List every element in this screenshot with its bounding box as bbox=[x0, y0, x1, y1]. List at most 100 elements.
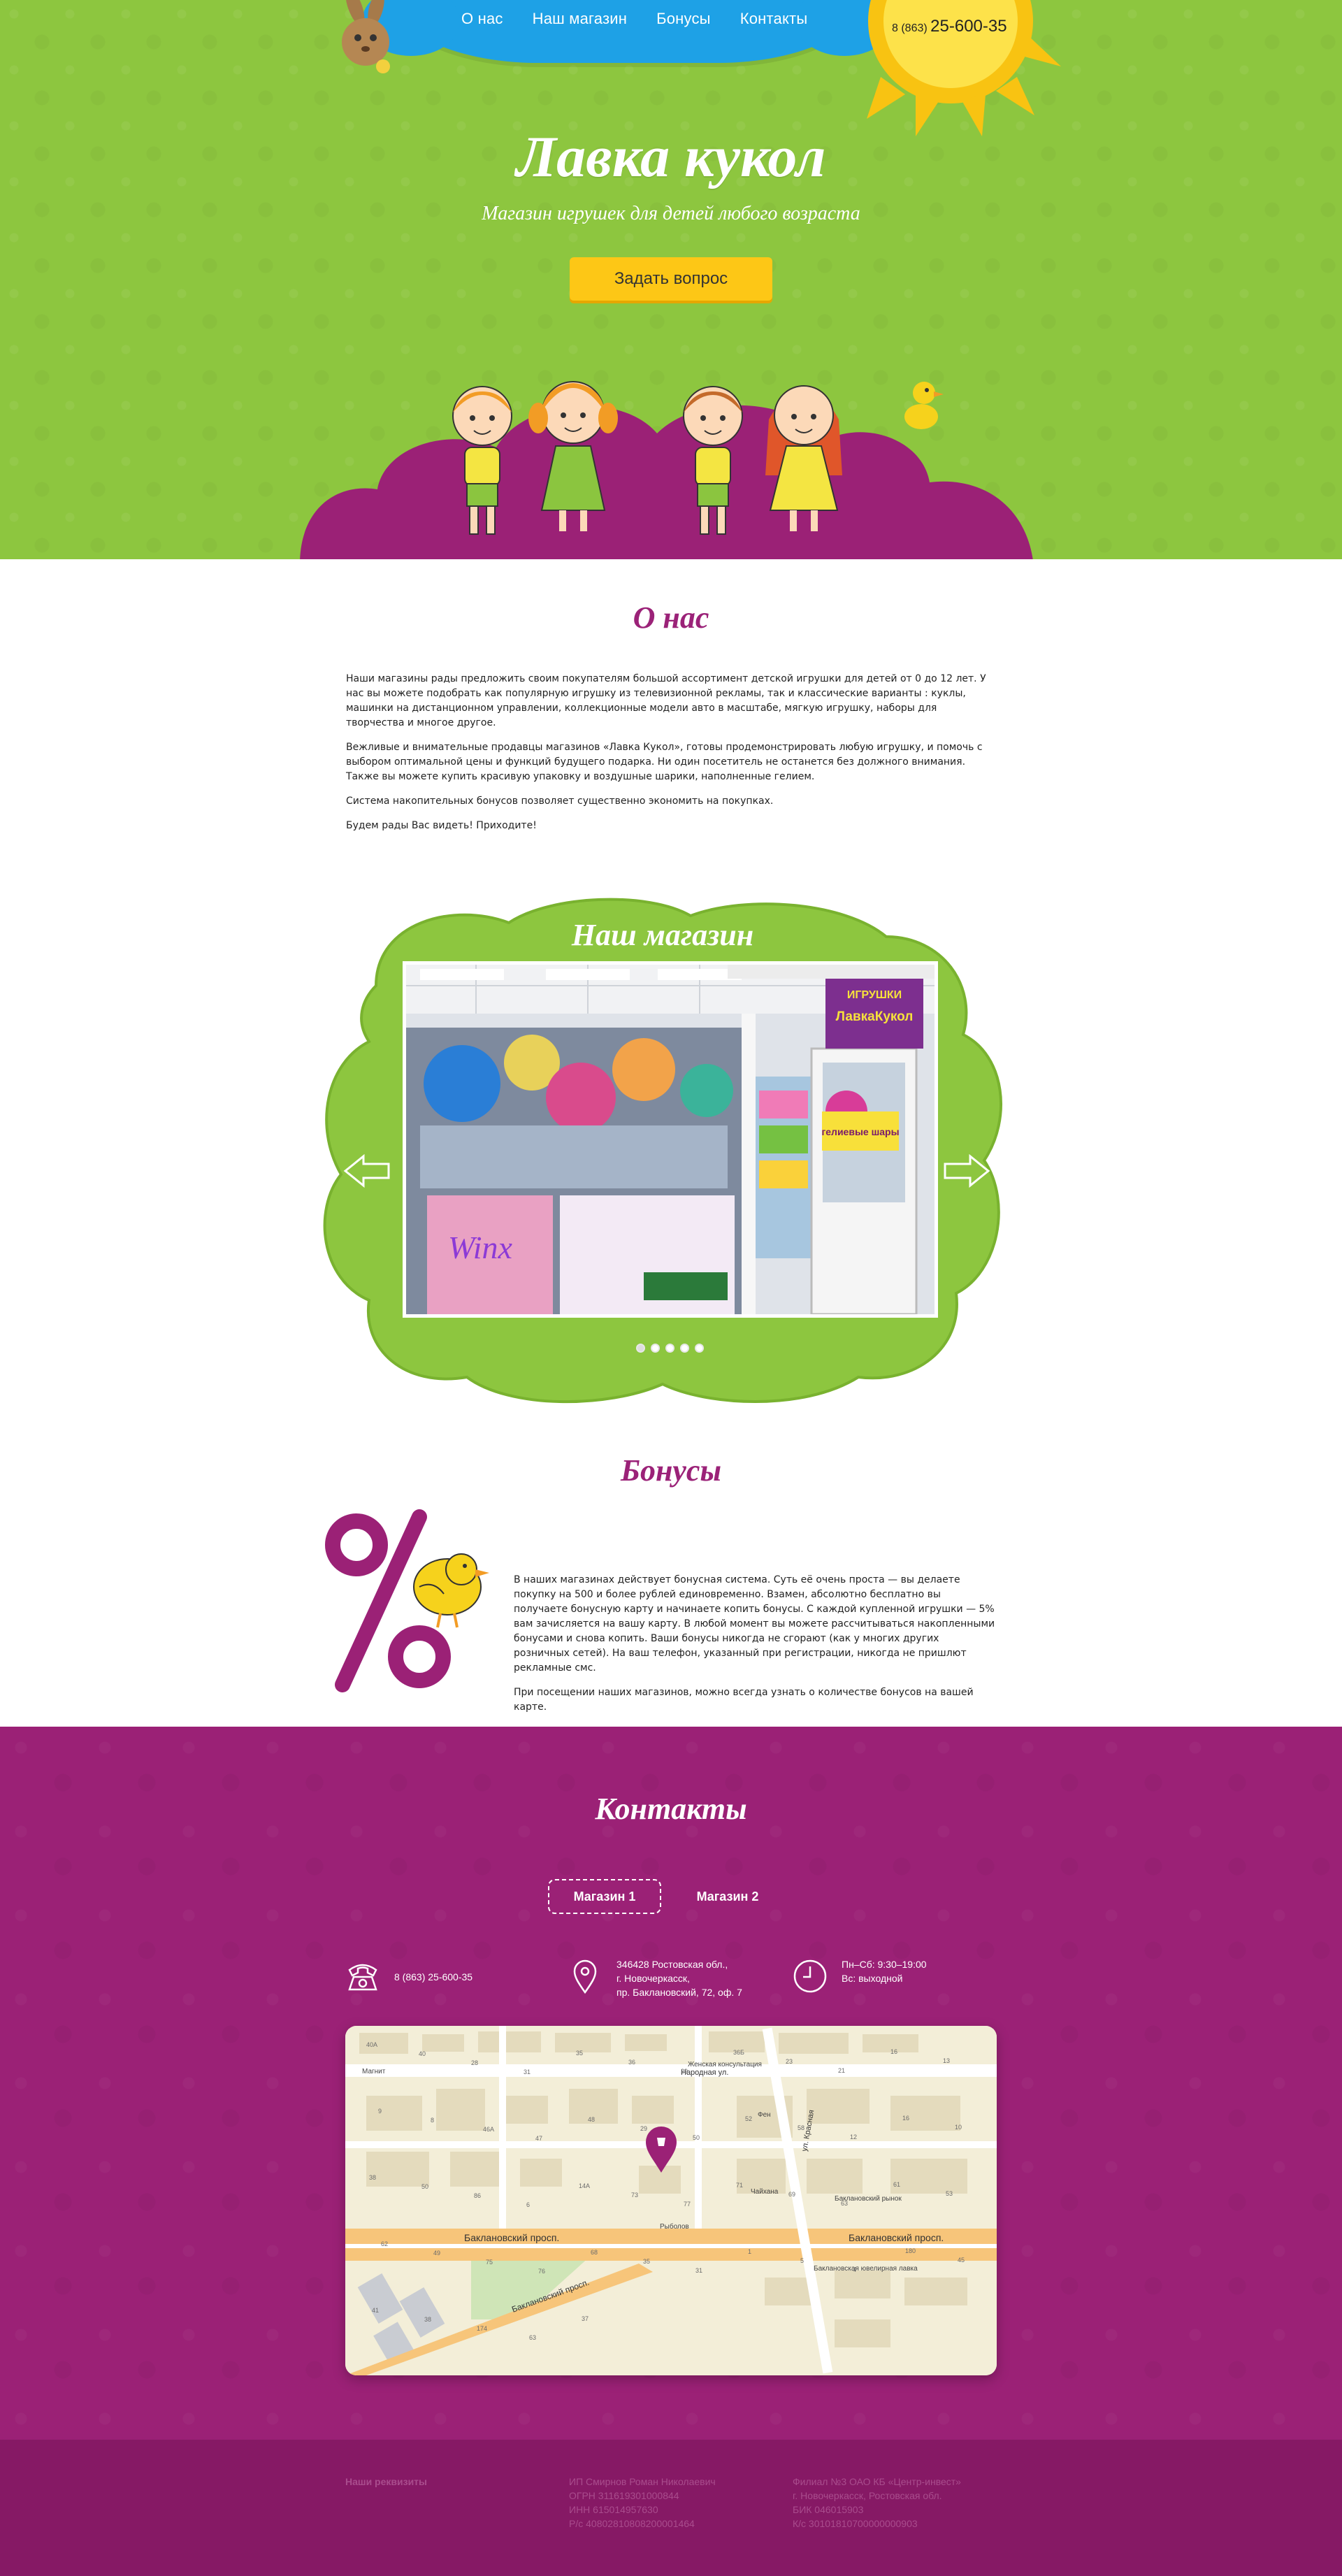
map-house-number: 73 bbox=[631, 2192, 638, 2199]
map-poi-label: Фен bbox=[758, 2111, 771, 2119]
bonus-section: Бонусы В наших магазинах действует бонус… bbox=[0, 1426, 1342, 1727]
shop-sign-brand: ЛавкаКукол bbox=[836, 1009, 914, 1024]
shop-sign-top: ИГРУШКИ bbox=[847, 989, 902, 1001]
phone-prefix: 8 (863) bbox=[892, 22, 928, 34]
duck-icon bbox=[904, 382, 944, 429]
footer-line: ИП Смирнов Роман Николаевич bbox=[569, 2476, 716, 2487]
map-house-number: 75 bbox=[486, 2259, 493, 2266]
chick-icon bbox=[413, 1553, 489, 1628]
footer-line: г. Новочеркасск, Ростовская обл. bbox=[793, 2490, 942, 2501]
map-house-number: 16 bbox=[902, 2115, 909, 2122]
address-line: г. Новочеркасск, bbox=[616, 1973, 690, 1984]
map-house-number: 77 bbox=[684, 2201, 691, 2208]
footer-col-company: ИП Смирнов Роман Николаевич ОГРН 3116193… bbox=[569, 2475, 716, 2531]
map-house-number: 40А bbox=[366, 2041, 377, 2048]
map-house-number: 45 bbox=[958, 2257, 965, 2264]
map-house-number: 180 bbox=[905, 2247, 916, 2254]
map-house-number: 23 bbox=[786, 2058, 793, 2065]
map-house-number: 71 bbox=[736, 2182, 743, 2189]
store-tabs: Магазин 1 Магазин 2 bbox=[548, 1879, 794, 1914]
shop-slider: Наш магазин Winx ИГРУШКИ ЛавкаКукол гели… bbox=[313, 895, 1012, 1412]
about-paragraph: Будем рады Вас видеть! Приходите! bbox=[346, 820, 537, 831]
tab-store-1[interactable]: Магазин 1 bbox=[548, 1879, 661, 1914]
map-poi-label: Женская консультация bbox=[688, 2061, 762, 2068]
map-house-number: 28 bbox=[471, 2059, 478, 2066]
footer-line: К/с 30101810700000000903 bbox=[793, 2518, 918, 2529]
nav-item-contacts[interactable]: Контакты bbox=[740, 10, 808, 28]
clock-icon bbox=[793, 1959, 827, 1993]
map-poi-label: Магнит bbox=[362, 2068, 386, 2075]
map-house-number: 29 bbox=[681, 2068, 688, 2075]
footer: Наши реквизиты ИП Смирнов Роман Николаев… bbox=[0, 2440, 1342, 2576]
contact-address: 346428 Ростовская обл., г. Новочеркасск,… bbox=[566, 1957, 742, 1999]
map[interactable]: Баклановский просп. Баклановский просп. … bbox=[345, 2026, 997, 2375]
map-house-number: 8 bbox=[431, 2117, 434, 2124]
map-street-label: Народная ул. bbox=[681, 2068, 728, 2077]
contacts-title: Контакты bbox=[595, 1792, 747, 1826]
address-line: 346428 Ростовская обл., bbox=[616, 1959, 728, 1970]
contact-phone-text[interactable]: 8 (863) 25-600-35 bbox=[394, 1957, 472, 1984]
map-house-number: 16 bbox=[890, 2048, 897, 2055]
location-pin-icon bbox=[573, 1959, 597, 1994]
ask-question-button[interactable]: Задать вопрос bbox=[570, 257, 772, 301]
nav-item-shop[interactable]: Наш магазин bbox=[533, 10, 628, 28]
phone-icon bbox=[348, 1964, 377, 1991]
hero-subtitle: Магазин игрушек для детей любого возраст… bbox=[482, 203, 860, 224]
nav-item-bonus[interactable]: Бонусы bbox=[656, 10, 711, 28]
map-house-number: 62 bbox=[381, 2240, 388, 2247]
about-title: О нас bbox=[633, 600, 709, 635]
slider-dots bbox=[636, 1344, 704, 1353]
map-house-number: 35 bbox=[576, 2050, 583, 2057]
about-section: О нас Наши магазины рады предложить свои… bbox=[0, 559, 1342, 1426]
map-canvas[interactable]: Баклановский просп. Баклановский просп. … bbox=[345, 2026, 997, 2375]
footer-line: ИНН 615014957630 bbox=[569, 2504, 658, 2515]
hero-section: О нас Наш магазин Бонусы Контакты 8 (863… bbox=[0, 0, 1342, 559]
map-house-number: 21 bbox=[838, 2067, 845, 2074]
header-phone[interactable]: 8 (863) 25-600-35 bbox=[892, 17, 1007, 36]
map-house-number: 1 bbox=[748, 2248, 751, 2255]
shop-title: Наш магазин bbox=[571, 918, 754, 952]
map-house-number: 49 bbox=[433, 2250, 440, 2257]
map-house-number: 12 bbox=[850, 2134, 857, 2140]
map-house-number: 58 bbox=[798, 2124, 805, 2131]
footer-line: ОГРН 311619301000844 bbox=[569, 2490, 679, 2501]
arrow-right-icon[interactable] bbox=[942, 1153, 991, 1188]
percent-icon bbox=[325, 1509, 489, 1692]
slider-dot[interactable] bbox=[665, 1344, 674, 1353]
hours-line: Вс: выходной bbox=[842, 1973, 903, 1984]
address-line: пр. Баклановский, 72, оф. 7 bbox=[616, 1987, 742, 1998]
bonus-text: В наших магазинах действует бонусная сис… bbox=[514, 1573, 996, 1725]
slider-dot[interactable] bbox=[680, 1344, 689, 1353]
slider-dot[interactable] bbox=[695, 1344, 704, 1353]
map-house-number: 50 bbox=[421, 2183, 428, 2190]
shop-balloon-sign: гелиевые шары bbox=[821, 1126, 899, 1137]
map-house-number: 6 bbox=[526, 2201, 530, 2208]
map-house-number: 38 bbox=[424, 2316, 431, 2323]
kids-illustration bbox=[452, 381, 842, 535]
map-house-number: 14А bbox=[579, 2182, 590, 2189]
main-nav: О нас Наш магазин Бонусы Контакты bbox=[461, 10, 807, 28]
map-house-number: 36 bbox=[628, 2059, 635, 2066]
hero-title: Лавка кукол bbox=[516, 124, 826, 189]
map-house-number: 13 bbox=[943, 2057, 950, 2064]
tab-store-2[interactable]: Магазин 2 bbox=[671, 1879, 784, 1914]
map-house-number: 63 bbox=[529, 2334, 536, 2341]
contact-info: 8 (863) 25-600-35 346428 Ростовская обл.… bbox=[344, 1957, 1001, 2006]
slider-dot[interactable] bbox=[651, 1344, 660, 1353]
shop-photo: Winx ИГРУШКИ ЛавкаКукол гелиевые шары bbox=[403, 961, 938, 1318]
footer-head: Наши реквизиты bbox=[345, 2476, 427, 2487]
map-poi-label: Рыболов bbox=[660, 2222, 689, 2231]
map-house-number: 9 bbox=[378, 2108, 382, 2115]
map-house-number: 31 bbox=[695, 2267, 702, 2274]
slider-dot[interactable] bbox=[636, 1344, 645, 1353]
map-street-label: Баклановский просп. bbox=[464, 2232, 559, 2243]
nav-item-about[interactable]: О нас bbox=[461, 10, 503, 28]
map-house-number: 35 bbox=[643, 2258, 650, 2265]
map-house-number: 48 bbox=[588, 2116, 595, 2123]
phone-number: 25-600-35 bbox=[930, 17, 1007, 36]
bonus-paragraph: При посещении наших магазинов, можно все… bbox=[514, 1687, 974, 1713]
bonus-paragraph: В наших магазинах действует бонусная сис… bbox=[514, 1574, 995, 1674]
arrow-left-icon[interactable] bbox=[342, 1153, 391, 1188]
map-house-number: 38 bbox=[369, 2174, 376, 2181]
footer-col-requisites: Наши реквизиты bbox=[345, 2475, 427, 2489]
